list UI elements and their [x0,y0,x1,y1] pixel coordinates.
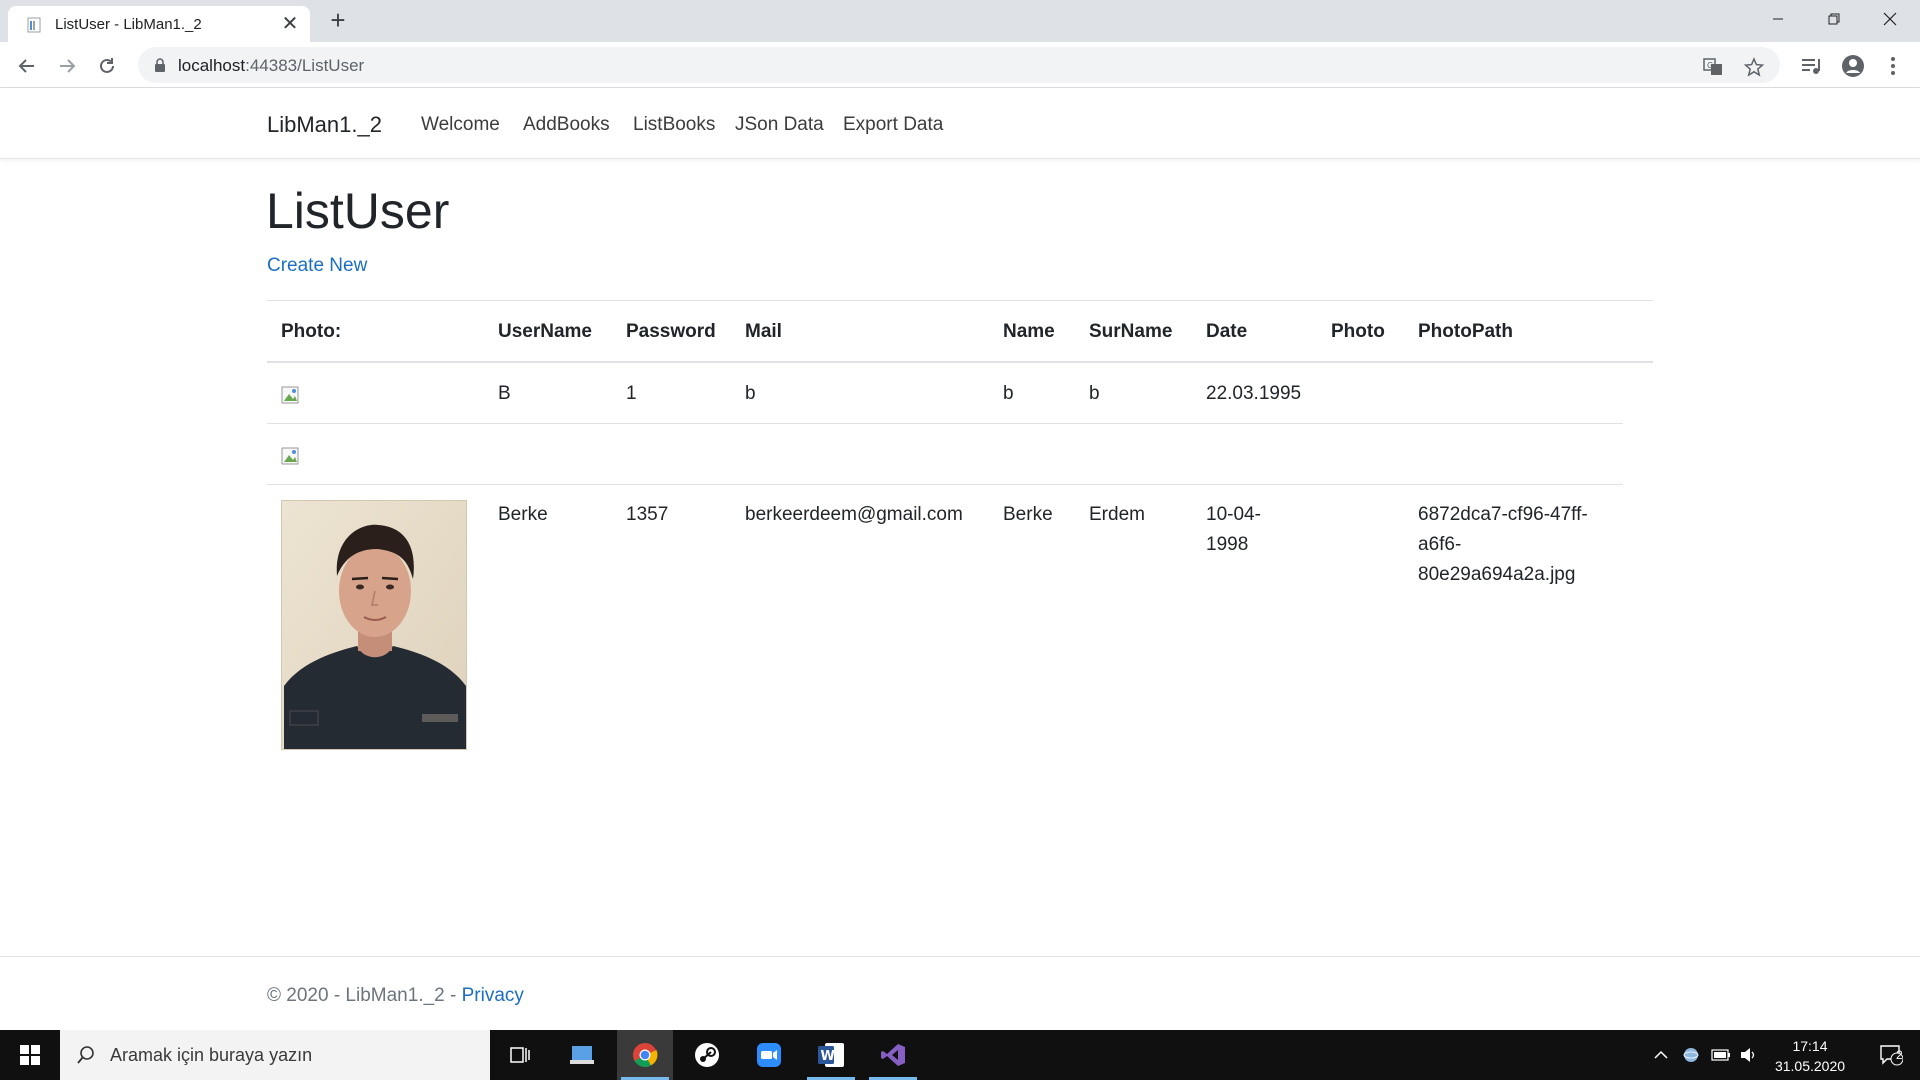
header-surname: SurName [1089,321,1173,342]
svg-text:G: G [1707,61,1713,70]
header-photo: Photo [1331,321,1385,342]
cell-username: B [498,383,511,404]
chrome-icon[interactable] [617,1030,673,1080]
nav-addbooks[interactable]: AddBooks [523,114,610,136]
footer-divider [0,956,1920,957]
table-top-border [267,300,1653,301]
word-icon[interactable]: W [803,1030,859,1080]
url-text: localhost:44383/ListUser [178,56,365,75]
create-new-link[interactable]: Create New [267,255,367,277]
taskbar-clock[interactable]: 17:14 31.05.2020 [1760,1036,1860,1076]
browser-toolbar: localhost:44383/ListUser G [0,42,1920,88]
steam-icon[interactable] [679,1030,735,1080]
menu-icon[interactable] [1878,51,1908,81]
broken-image-icon [281,386,299,404]
cell-surname: b [1089,383,1100,404]
search-icon [77,1046,94,1064]
notification-icon[interactable]: 2 [1866,1030,1916,1080]
cell-mail: berkeerdeem@gmail.com [745,504,963,525]
page-favicon-icon [27,17,41,33]
taskbar: Aramak için buraya yazın W 17:14 31.05.2… [0,1030,1920,1080]
close-tab-icon[interactable]: ✕ [278,12,302,36]
notification-count: 2 [1896,1048,1903,1062]
nav-listbooks[interactable]: ListBooks [633,114,715,136]
cell-date: 10-04- 1998 [1206,504,1261,555]
nav-welcome[interactable]: Welcome [421,114,500,136]
cell-photopath: 6872dca7-cf96-47ff- a6f6- 80e29a694a2a.j… [1418,504,1588,585]
header-photo-label: Photo: [281,321,342,342]
privacy-link[interactable]: Privacy [462,985,524,1006]
footer-copyright: © 2020 - LibMan1._2 - [267,985,462,1006]
cell-password: 1 [626,383,637,404]
cell-name: b [1003,383,1014,404]
close-window-button[interactable] [1862,0,1918,38]
broken-image-icon [281,447,299,465]
cell-password: 1357 [626,504,669,525]
tab-title: ListUser - LibMan1._2 [55,16,202,33]
translate-icon[interactable]: G [1702,56,1724,78]
clock-time: 17:14 [1792,1038,1828,1054]
taskbar-search[interactable]: Aramak için buraya yazın [60,1030,490,1080]
zoom-icon[interactable] [741,1030,797,1080]
browser-tab[interactable]: ListUser - LibMan1._2 ✕ [8,6,310,42]
search-placeholder: Aramak için buraya yazın [110,1045,313,1065]
svg-text:W: W [821,1049,835,1064]
restore-button[interactable] [1806,0,1862,38]
profile-icon[interactable] [1838,51,1868,81]
cell-surname: Erdem [1089,504,1145,525]
row-divider [267,484,1623,485]
reload-icon[interactable] [92,51,122,81]
header-mail: Mail [745,321,782,342]
table-header-border [267,361,1653,363]
cell-date: 22.03.1995 [1206,383,1302,404]
page-title: ListUser [266,183,450,239]
clock-date: 31.05.2020 [1774,1058,1846,1074]
header-photopath: PhotoPath [1418,321,1513,342]
new-tab-button[interactable]: + [324,6,352,34]
site-navbar: LibMan1._2 Welcome AddBooks ListBooks JS… [0,89,1920,159]
cell-username: Berke [498,504,548,525]
visual-studio-icon[interactable] [865,1030,921,1080]
minimize-button[interactable] [1750,0,1806,38]
forward-icon[interactable] [52,51,82,81]
row-divider [267,423,1623,424]
nav-export-data[interactable]: Export Data [843,114,943,136]
back-icon[interactable] [12,51,42,81]
lock-icon [155,58,165,72]
cell-name: Berke [1003,504,1053,525]
file-explorer-icon[interactable] [554,1030,610,1080]
address-bar[interactable]: localhost:44383/ListUser G [138,47,1780,83]
header-username: UserName [498,321,592,342]
cell-mail: b [745,383,756,404]
volume-icon[interactable] [1736,1030,1762,1080]
header-name: Name [1003,321,1055,342]
footer: © 2020 - LibMan1._2 - Privacy [267,985,524,1007]
tab-strip: ListUser - LibMan1._2 ✕ + [0,0,1920,42]
star-icon[interactable] [1743,56,1765,78]
media-icon[interactable] [1797,51,1827,81]
brand-link[interactable]: LibMan1._2 [267,112,382,138]
battery-icon[interactable] [1708,1030,1734,1080]
header-password: Password [626,321,716,342]
network-app-icon[interactable] [1678,1030,1704,1080]
user-photo [281,500,467,750]
chevron-up-icon[interactable] [1648,1030,1674,1080]
nav-json-data[interactable]: JSon Data [735,114,824,136]
header-date: Date [1206,321,1248,342]
windows-icon[interactable] [0,1030,60,1080]
task-view-icon[interactable] [492,1030,548,1080]
